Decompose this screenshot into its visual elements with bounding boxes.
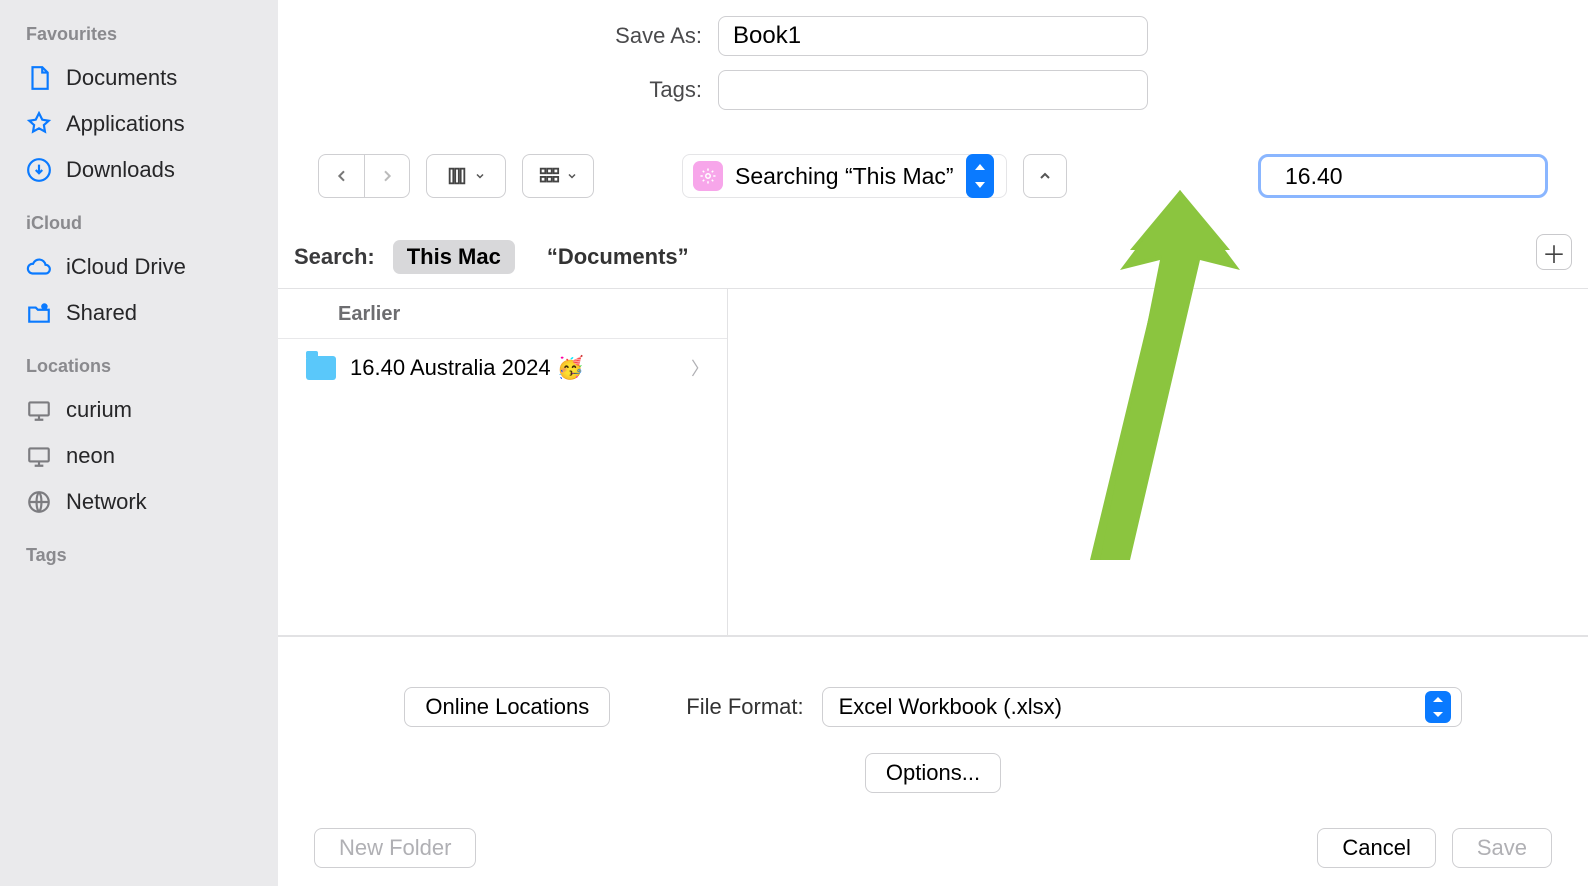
sidebar-section-favourites: Favourites: [0, 24, 278, 55]
sidebar-item-documents[interactable]: Documents: [0, 55, 278, 101]
scope-documents[interactable]: “Documents”: [533, 240, 703, 274]
sidebar-item-label: Network: [66, 489, 147, 515]
file-format-label: File Format:: [686, 694, 803, 720]
save-as-label: Save As:: [338, 23, 718, 49]
shared-folder-icon: [26, 300, 52, 326]
search-scope-label: Search:: [294, 244, 375, 270]
sidebar-section-icloud: iCloud: [0, 213, 278, 244]
file-format-value: Excel Workbook (.xlsx): [839, 694, 1415, 720]
computer-icon: [26, 443, 52, 469]
search-input[interactable]: [1285, 163, 1581, 190]
search-field[interactable]: [1258, 154, 1548, 198]
sidebar-item-neon[interactable]: neon: [0, 433, 278, 479]
chevron-right-icon: 〉: [691, 355, 709, 381]
sidebar-item-label: neon: [66, 443, 115, 469]
sidebar-item-icloud-drive[interactable]: iCloud Drive: [0, 244, 278, 290]
select-stepper-icon: [1425, 691, 1451, 723]
location-text: Searching “This Mac”: [735, 163, 954, 190]
tags-label: Tags:: [338, 77, 718, 103]
download-icon: [26, 157, 52, 183]
view-mode-button[interactable]: [426, 154, 506, 198]
options-button[interactable]: Options...: [865, 753, 1001, 793]
collapse-button[interactable]: [1023, 154, 1067, 198]
location-popup[interactable]: Searching “This Mac”: [682, 154, 1007, 198]
sidebar-item-label: Applications: [66, 111, 185, 137]
file-format-select[interactable]: Excel Workbook (.xlsx): [822, 687, 1462, 727]
document-icon: [26, 65, 52, 91]
sidebar-section-tags: Tags: [0, 545, 278, 576]
folder-icon: [306, 356, 336, 380]
computer-icon: [26, 397, 52, 423]
sidebar-item-network[interactable]: Network: [0, 479, 278, 525]
sidebar-item-label: Documents: [66, 65, 177, 91]
applications-icon: [26, 111, 52, 137]
new-folder-button[interactable]: New Folder: [314, 828, 476, 868]
forward-button[interactable]: [364, 154, 410, 198]
network-icon: [26, 489, 52, 515]
cancel-button[interactable]: Cancel: [1317, 828, 1435, 868]
sidebar: Favourites Documents Applications Downlo…: [0, 0, 278, 886]
smart-folder-icon: [693, 161, 723, 191]
back-button[interactable]: [318, 154, 364, 198]
sidebar-item-downloads[interactable]: Downloads: [0, 147, 278, 193]
location-stepper-icon: [966, 154, 994, 198]
sidebar-item-label: curium: [66, 397, 132, 423]
sidebar-item-shared[interactable]: Shared: [0, 290, 278, 336]
sidebar-item-label: iCloud Drive: [66, 254, 186, 280]
save-as-input[interactable]: [718, 16, 1148, 56]
tags-input[interactable]: [718, 70, 1148, 110]
sidebar-item-curium[interactable]: curium: [0, 387, 278, 433]
online-locations-button[interactable]: Online Locations: [404, 687, 610, 727]
main-panel: Save As: Tags:: [278, 0, 1588, 886]
save-button[interactable]: Save: [1452, 828, 1552, 868]
sidebar-item-label: Downloads: [66, 157, 175, 183]
preview-pane: [728, 289, 1588, 635]
cloud-icon: [26, 254, 52, 280]
scope-this-mac[interactable]: This Mac: [393, 240, 515, 274]
group-by-button[interactable]: [522, 154, 594, 198]
sidebar-item-label: Shared: [66, 300, 137, 326]
result-name: 16.40 Australia 2024 🥳: [350, 355, 584, 381]
sidebar-item-applications[interactable]: Applications: [0, 101, 278, 147]
result-row[interactable]: 16.40 Australia 2024 🥳 〉: [278, 339, 727, 397]
sidebar-section-locations: Locations: [0, 356, 278, 387]
results-group-header: Earlier: [278, 289, 727, 339]
add-criteria-button[interactable]: ＋: [1536, 234, 1572, 270]
